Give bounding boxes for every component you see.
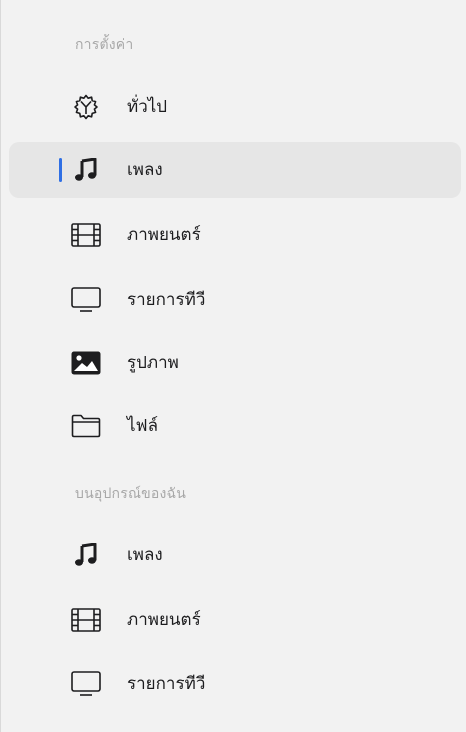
sidebar-item-photos[interactable]: รูปภาพ (9, 335, 461, 391)
tv-icon (71, 670, 101, 698)
sidebar-item-music[interactable]: เพลง (9, 142, 461, 198)
film-icon (71, 606, 101, 634)
sidebar-item-label: รายการทีวี (127, 674, 206, 694)
sidebar-item-label: ภาพยนตร์ (127, 225, 201, 245)
film-icon (71, 221, 101, 249)
tv-icon (71, 286, 101, 314)
device-item-movies[interactable]: ภาพยนตร์ (9, 592, 461, 648)
music-note-icon (71, 156, 101, 184)
sidebar-item-general[interactable]: ทั่วไป (9, 79, 461, 135)
sidebar-item-label: เพลง (127, 545, 163, 565)
sidebar: การตั้งค่า ทั่วไป เพลง ภาพยนตร์ รายการที… (0, 0, 466, 732)
gear-icon (71, 93, 101, 121)
sidebar-item-files[interactable]: ไฟล์ (9, 398, 461, 454)
section-header-settings: การตั้งค่า (75, 37, 134, 53)
folder-icon (71, 412, 101, 440)
photo-icon (71, 349, 101, 377)
music-note-icon (71, 541, 101, 569)
device-item-music[interactable]: เพลง (9, 527, 461, 583)
sidebar-item-label: ไฟล์ (127, 416, 159, 436)
sidebar-item-label: เพลง (127, 160, 163, 180)
device-item-tv-shows[interactable]: รายการทีวี (9, 656, 461, 712)
sidebar-item-movies[interactable]: ภาพยนตร์ (9, 207, 461, 263)
sidebar-item-label: ภาพยนตร์ (127, 610, 201, 630)
section-header-on-my-device: บนอุปกรณ์ของฉัน (75, 486, 187, 502)
sidebar-item-label: รูปภาพ (127, 353, 179, 373)
sidebar-item-label: รายการทีวี (127, 290, 206, 310)
sidebar-item-label: ทั่วไป (127, 97, 168, 117)
selection-indicator (59, 158, 62, 182)
sidebar-item-tv-shows[interactable]: รายการทีวี (9, 272, 461, 328)
